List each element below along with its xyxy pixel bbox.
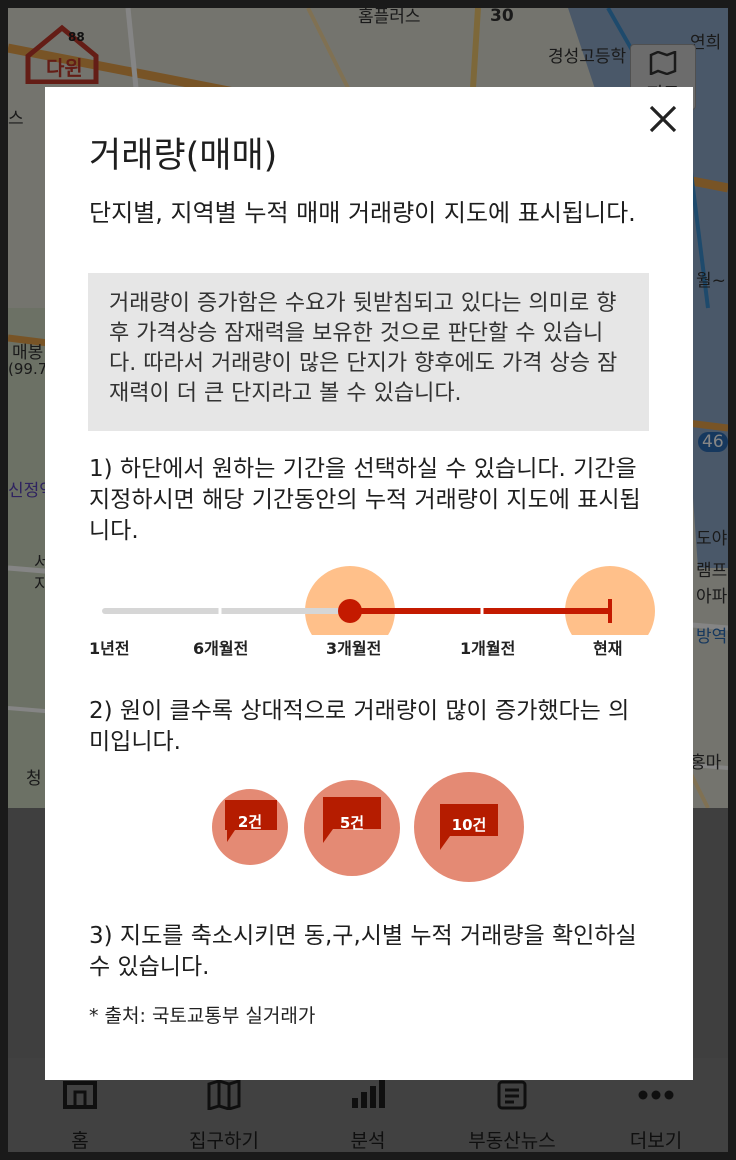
close-icon xyxy=(649,105,677,133)
bubble-small: 2건 xyxy=(212,789,288,865)
bubble-medium: 5건 xyxy=(304,780,400,876)
bubble-count: 5건 xyxy=(339,814,365,832)
volume-info-dialog: 거래량(매매) 단지별, 지역별 누적 매매 거래량이 지도에 표시됩니다. 거… xyxy=(45,87,693,1080)
timeline-label: 1년전 xyxy=(89,639,130,658)
period-timeline: 1년전 6개월전 3개월전 1개월전 현재 xyxy=(85,565,665,665)
step-2-text: 2) 원이 클수록 상대적으로 거래량이 많이 증가했다는 의미입니다. xyxy=(89,698,630,755)
timeline-label: 3개월전 xyxy=(326,639,382,658)
source-note: * 출처: 국토교통부 실거래가 xyxy=(89,1005,316,1027)
dialog-title: 거래량(매매) xyxy=(89,136,278,176)
close-button[interactable] xyxy=(645,101,681,137)
bubble-large: 10건 xyxy=(414,772,524,882)
timeline-label: 현재 xyxy=(593,639,623,658)
dialog-intro: 단지별, 지역별 누적 매매 거래량이 지도에 표시됩니다. xyxy=(89,199,636,227)
timeline-label: 6개월전 xyxy=(193,639,249,658)
bubble-count: 2건 xyxy=(237,813,263,831)
bubble-count: 10건 xyxy=(451,816,487,834)
bubble-size-examples: 2건 5건 10건 xyxy=(205,772,535,887)
step-1-text: 1) 하단에서 원하는 기간을 선택하실 수 있습니다. 기간을 지정하시면 해… xyxy=(89,456,641,544)
timeline-track xyxy=(102,566,655,635)
timeline-label: 1개월전 xyxy=(460,639,516,658)
range-start-handle xyxy=(338,599,362,623)
explanation-note: 거래량이 증가함은 수요가 뒷받침되고 있다는 의미로 향후 가격상승 잠재력을… xyxy=(88,273,649,431)
step-3-text: 3) 지도를 축소시키면 동,구,시별 누적 거래량을 확인하실 수 있습니다. xyxy=(89,923,637,980)
